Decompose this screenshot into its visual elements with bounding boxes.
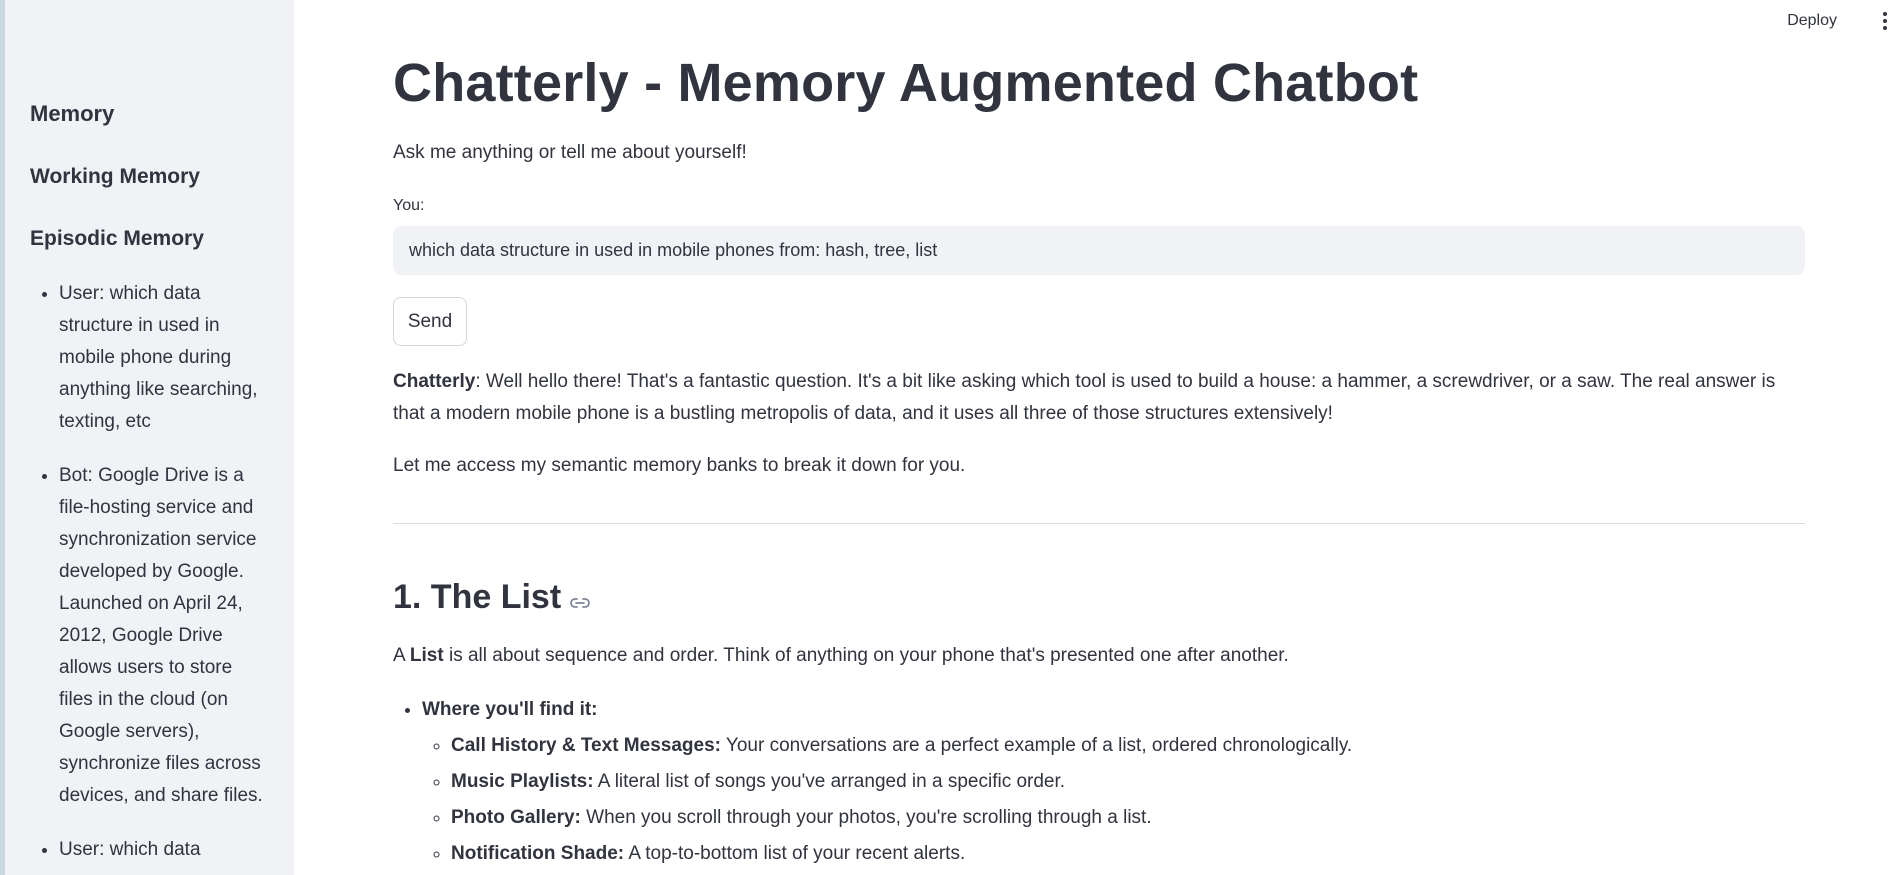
example-item: Call History & Text Messages: Your conve…	[451, 728, 1352, 764]
divider	[393, 523, 1805, 524]
section-heading-text: 1. The List	[393, 578, 562, 616]
episodic-memory-heading: Episodic Memory	[30, 227, 204, 250]
examples-list: Call History & Text Messages: Your conve…	[422, 728, 1352, 872]
example-desc: Your conversations are a perfect example…	[720, 735, 1353, 756]
deploy-button[interactable]: Deploy	[1787, 12, 1837, 30]
section-heading: 1. The List	[393, 578, 591, 619]
response-paragraph: Let me access my semantic memory banks t…	[393, 455, 966, 476]
header-bar: Deploy	[1702, 0, 1902, 44]
main-menu-icon[interactable]	[1880, 10, 1890, 34]
subtitle: Ask me anything or tell me about yoursel…	[393, 142, 747, 163]
page-title: Chatterly - Memory Augmented Chatbot	[393, 53, 1419, 113]
example-term: Music Playlists:	[451, 771, 594, 792]
example-desc: A literal list of songs you've arranged …	[593, 771, 1066, 792]
list-intro: A List is all about sequence and order. …	[393, 640, 1289, 672]
example-term: Call History & Text Messages:	[451, 735, 721, 756]
episodic-item: Bot: Google Drive is a file-hosting serv…	[59, 460, 270, 812]
list-intro-bold: List	[409, 645, 444, 666]
example-term: Photo Gallery:	[451, 807, 581, 828]
chat-input[interactable]	[393, 226, 1805, 275]
example-item: Music Playlists: A literal list of songs…	[451, 764, 1352, 800]
response-intro: Chatterly: Well hello there! That's a fa…	[393, 366, 1805, 430]
where-list: Where you'll find it: Call History & Tex…	[393, 692, 1352, 872]
example-term: Notification Shade:	[451, 843, 625, 864]
list-intro-text: is all about sequence and order. Think o…	[443, 645, 1289, 666]
episodic-item: User: which data structure in used in mo…	[59, 278, 270, 438]
bot-response: Chatterly: Well hello there! That's a fa…	[393, 366, 1805, 482]
example-desc: When you scroll through your photos, you…	[580, 807, 1152, 828]
example-item: Photo Gallery: When you scroll through y…	[451, 800, 1352, 836]
episodic-memory-list: User: which data structure in used in mo…	[30, 278, 270, 875]
sidebar: Memory Working Memory Episodic Memory Us…	[0, 0, 294, 875]
sidebar-edge	[0, 0, 5, 875]
where-item: Where you'll find it: Call History & Tex…	[422, 692, 1352, 872]
example-desc: A top-to-bottom list of your recent aler…	[624, 843, 966, 864]
episodic-item: User: which data	[59, 834, 270, 866]
send-button[interactable]: Send	[393, 297, 467, 346]
where-label: Where you'll find it:	[422, 699, 598, 720]
list-intro-text: A	[393, 645, 410, 666]
example-item: Notification Shade: A top-to-bottom list…	[451, 836, 1352, 872]
link-icon[interactable]	[569, 580, 591, 619]
working-memory-heading: Working Memory	[30, 165, 200, 188]
input-label: You:	[393, 197, 425, 214]
speaker-name: Chatterly	[393, 371, 476, 392]
response-intro-text: : Well hello there! That's a fantastic q…	[393, 371, 1776, 424]
memory-heading: Memory	[30, 101, 115, 126]
